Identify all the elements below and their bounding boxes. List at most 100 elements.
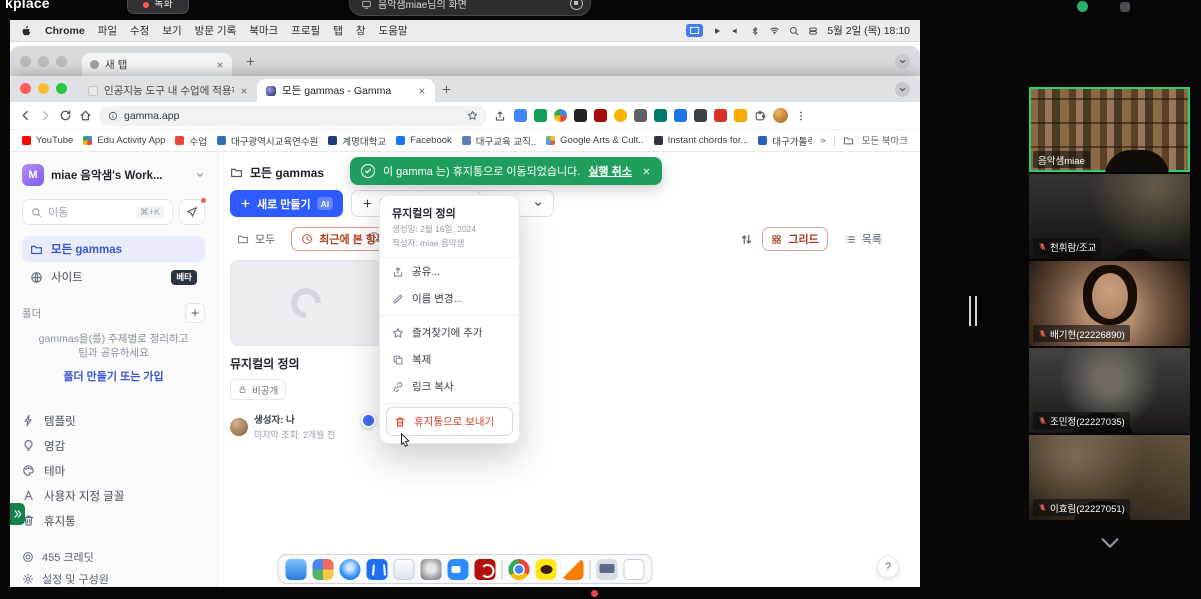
panel-resize-handle[interactable] <box>969 296 977 326</box>
bookmark-item[interactable]: Instant chords for... <box>654 135 749 146</box>
menu-item-bookmarks[interactable]: 북마크 <box>249 23 278 38</box>
safari-icon[interactable] <box>340 559 361 580</box>
extension-icon[interactable] <box>554 109 567 122</box>
extension-icon[interactable] <box>634 109 647 122</box>
finder-icon[interactable] <box>286 559 307 580</box>
bookmark-item[interactable]: Facebook <box>396 135 452 146</box>
extension-icon[interactable] <box>594 109 607 122</box>
create-folder-link[interactable]: 폴더 만들기 또는 가입 <box>22 368 205 384</box>
bookmarks-overflow-button[interactable]: » <box>820 135 825 146</box>
zoom-window-button[interactable] <box>56 56 67 67</box>
video-tile[interactable]: 조민정(22227035) <box>1029 348 1190 433</box>
close-tab-icon[interactable] <box>216 61 224 69</box>
launchpad-icon[interactable] <box>313 559 334 580</box>
extension-icon[interactable] <box>654 109 667 122</box>
bookmark-item[interactable]: YouTube <box>22 135 73 146</box>
sidebar-item-sites[interactable]: 사이트 베타 <box>22 264 205 290</box>
extension-icon[interactable] <box>574 109 587 122</box>
menu-item-copy-link[interactable]: 링크 복사 <box>380 373 519 400</box>
bookmark-item[interactable]: 대구교육 교직.. <box>462 134 536 148</box>
extension-icon[interactable] <box>674 109 687 122</box>
acrobat-icon[interactable] <box>475 559 496 580</box>
sort-button[interactable] <box>740 233 753 246</box>
menu-item-view[interactable]: 보기 <box>162 23 181 38</box>
tab-search-button[interactable] <box>895 82 910 97</box>
back-button[interactable] <box>19 109 32 122</box>
view-grid-button[interactable]: 그리드 <box>762 227 827 251</box>
search-input[interactable]: 이동 ⌘+K <box>22 199 173 225</box>
display-icon[interactable] <box>597 559 618 580</box>
menu-item-tab[interactable]: 탭 <box>333 23 343 38</box>
extension-icon[interactable] <box>514 109 527 122</box>
bookmark-star-icon[interactable] <box>467 110 478 121</box>
close-tab-icon[interactable] <box>240 87 248 95</box>
app-store-icon[interactable] <box>367 559 388 580</box>
credits-item[interactable]: 455 크레딧 <box>22 546 205 568</box>
menu-item-history[interactable]: 방문 기록 <box>195 23 237 38</box>
home-button[interactable] <box>79 109 92 122</box>
kakaotalk-icon[interactable] <box>536 559 557 580</box>
hancom-icon[interactable] <box>563 559 584 580</box>
undo-action[interactable]: 실행 취소 <box>588 163 632 179</box>
tab-search-button[interactable] <box>895 54 910 69</box>
site-info-icon[interactable] <box>108 111 118 121</box>
sidebar-item-all-gammas[interactable]: 모든 gammas <box>22 236 205 262</box>
extension-icon[interactable] <box>694 109 707 122</box>
menu-item-rename[interactable]: 이름 변경... <box>380 285 519 312</box>
system-settings-icon[interactable] <box>421 559 442 580</box>
all-bookmarks-button[interactable]: 모든 북마크 <box>862 133 908 147</box>
tab-ai-tools[interactable]: 인공지능 도구 내 수업에 적용하기 <box>79 79 257 102</box>
new-tab-button[interactable] <box>441 84 452 95</box>
help-button[interactable]: ? <box>877 556 899 578</box>
menu-item-file[interactable]: 파일 <box>98 23 117 38</box>
stop-viewing-button[interactable] <box>570 0 583 10</box>
record-button[interactable]: 녹화 <box>127 0 189 14</box>
forward-button[interactable] <box>39 109 52 122</box>
bookmark-item[interactable]: Google Arts & Cult.. <box>546 135 643 146</box>
tab-gamma[interactable]: 모든 gammas - Gamma <box>257 79 435 102</box>
apple-menu[interactable] <box>20 25 32 37</box>
new-tab-button[interactable] <box>245 56 256 67</box>
volume-icon[interactable] <box>731 26 741 36</box>
bookmark-item[interactable]: 대구광역시교육연수원 <box>217 134 318 148</box>
filter-all[interactable]: 모두 <box>228 227 284 251</box>
menu-item-window[interactable]: 창 <box>356 23 366 38</box>
video-tile[interactable]: 천휘람/조교 <box>1029 174 1190 259</box>
refresh-button[interactable] <box>59 109 72 122</box>
background-tab[interactable]: 새 탭 <box>82 53 232 76</box>
active-app-menu[interactable]: Chrome <box>45 25 85 37</box>
video-tile[interactable]: 음악샘miae <box>1029 87 1190 172</box>
menu-item-profiles[interactable]: 프로필 <box>291 23 320 38</box>
trash-bin-icon[interactable] <box>624 559 645 580</box>
minimize-window-button[interactable] <box>38 83 49 94</box>
wifi-icon[interactable] <box>769 25 780 36</box>
sidebar-item-trash[interactable]: 휴지통 <box>22 508 205 533</box>
close-toast-icon[interactable] <box>642 167 651 176</box>
settings-members-item[interactable]: 설정 및 구성원 <box>22 568 205 587</box>
edge-panel-toggle[interactable] <box>10 503 25 525</box>
zoom-app-icon[interactable] <box>448 559 469 580</box>
bluetooth-icon[interactable] <box>750 26 760 36</box>
spotlight-icon[interactable] <box>789 26 799 36</box>
bookmark-item[interactable]: Edu Activity App <box>83 135 165 146</box>
gamma-card[interactable]: 뮤지컬의 정의 비공개 생성자: 나 마지막 조회: 2개월 전 <box>230 260 382 441</box>
extension-icon[interactable] <box>534 109 547 122</box>
profile-avatar[interactable] <box>773 108 788 123</box>
zoom-window-button[interactable] <box>56 83 67 94</box>
sidebar-item-custom-fonts[interactable]: 사용자 지정 글꼴 <box>22 483 205 508</box>
sidebar-item-themes[interactable]: 테마 <box>22 458 205 483</box>
play-icon[interactable] <box>712 26 722 36</box>
close-window-button[interactable] <box>20 56 31 67</box>
chrome-icon[interactable] <box>509 559 530 580</box>
view-list-button[interactable]: 목록 <box>837 227 890 251</box>
participants-collapse-button[interactable] <box>1029 536 1190 550</box>
workspace-switcher[interactable]: M miae 음악샘's Work... <box>22 164 205 186</box>
extension-icon[interactable] <box>614 109 627 122</box>
create-new-ai-button[interactable]: 새로 만들기 AI <box>230 190 343 217</box>
menu-item-add-favorite[interactable]: 즐겨찾기에 추가 <box>380 319 519 346</box>
video-tile[interactable]: 이효림(22227051) <box>1029 435 1190 520</box>
close-window-button[interactable] <box>20 83 31 94</box>
collaborator-avatar[interactable] <box>361 413 376 428</box>
kebab-menu-icon[interactable] <box>795 110 807 122</box>
menubar-clock[interactable]: 5월 2일 (목) 18:10 <box>827 23 910 38</box>
